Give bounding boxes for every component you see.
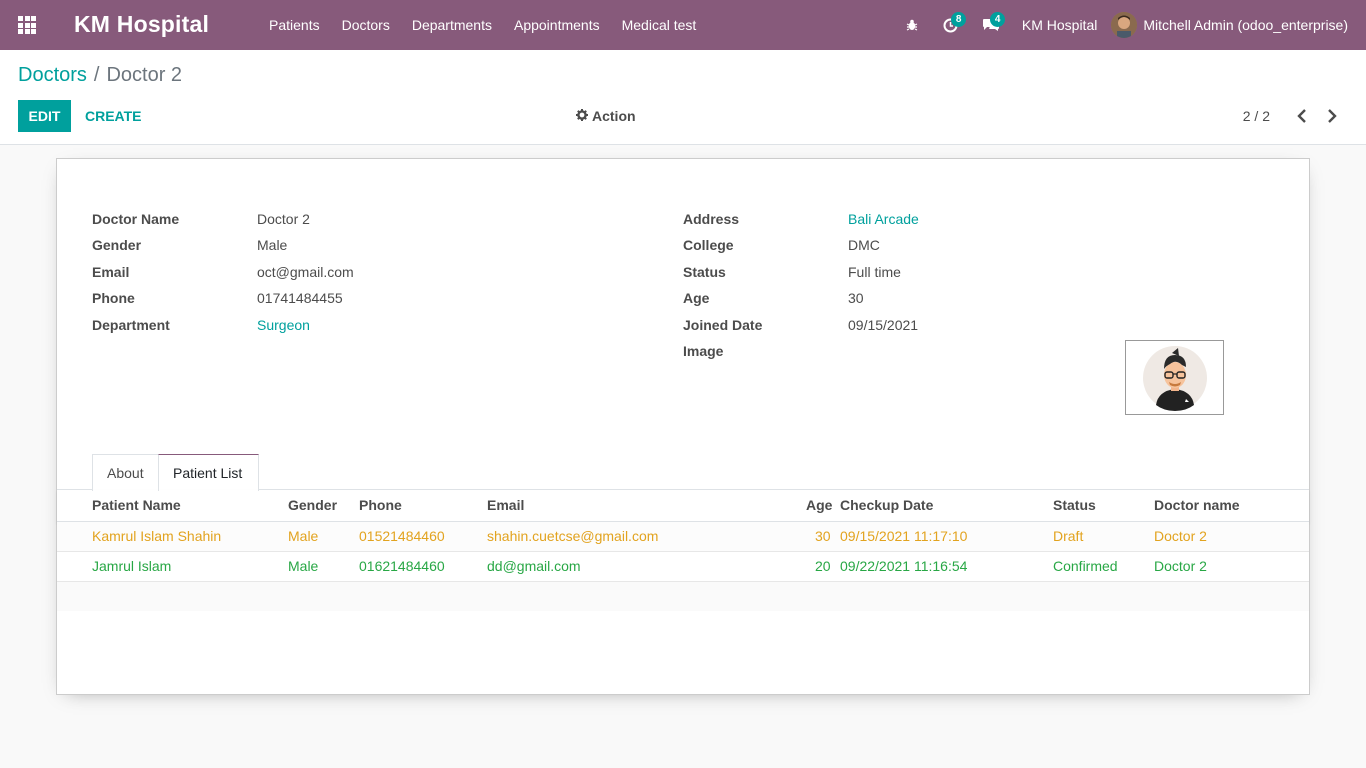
notebook-tabs: About Patient List	[57, 454, 1309, 491]
age-value: 30	[848, 290, 864, 306]
breadcrumb-separator: /	[93, 64, 100, 86]
phone-value: 01741484455	[257, 290, 343, 306]
action-dropdown[interactable]: Action	[576, 100, 636, 132]
email-cell: dd@gmail.com	[487, 558, 581, 574]
college-value: DMC	[848, 237, 880, 253]
top-navbar: KM Hospital Patients Doctors Departments…	[0, 0, 1366, 50]
pager-value[interactable]: 2 / 2	[1243, 108, 1270, 124]
doctor-name-cell: Doctor 2	[1154, 528, 1207, 544]
doctor-name-value: Doctor 2	[257, 211, 310, 227]
control-panel: Doctors / Doctor 2 EDIT CREATE Action 2 …	[0, 50, 1366, 145]
status-cell: Draft	[1053, 528, 1084, 544]
age-cell: 20	[815, 558, 831, 574]
user-menu[interactable]: Mitchell Admin (odoo_enterprise)	[1111, 12, 1348, 38]
checkup-date-cell: 09/22/2021 11:16:54	[840, 558, 968, 574]
department-link[interactable]: Surgeon	[257, 316, 310, 334]
table-row[interactable]: Kamrul Islam Shahin Male 01521484460 sha…	[57, 522, 1309, 552]
patient-table-header: Patient Name Gender Phone Email Age Chec…	[57, 490, 1309, 522]
address-label: Address	[683, 211, 740, 227]
systray: 8 4 KM Hospital Mitchell Admin (odoo_ent…	[893, 0, 1366, 50]
doctor-avatar-illustration	[1142, 345, 1207, 411]
breadcrumb: Doctors / Doctor 2	[18, 64, 182, 87]
status-label: Status	[683, 264, 726, 280]
menu-item-departments[interactable]: Departments	[401, 0, 503, 50]
patient-name-cell: Kamrul Islam Shahin	[92, 528, 222, 544]
age-cell: 30	[815, 528, 831, 544]
messages-chat-icon[interactable]: 4	[982, 0, 1006, 50]
gender-cell: Male	[288, 528, 319, 544]
tab-about[interactable]: About	[92, 454, 159, 491]
doctor-name-cell: Doctor 2	[1154, 558, 1207, 574]
table-row[interactable]: Jamrul Islam Male 01621484460 dd@gmail.c…	[57, 552, 1309, 582]
gender-value: Male	[257, 237, 288, 253]
create-button[interactable]: CREATE	[78, 100, 149, 132]
chevron-left-icon[interactable]	[1290, 100, 1314, 132]
checkup-date-cell: 09/15/2021 11:17:10	[840, 528, 968, 544]
gender-label: Gender	[92, 237, 142, 253]
user-avatar	[1111, 12, 1138, 38]
menu-item-doctors[interactable]: Doctors	[331, 0, 401, 50]
patient-name-cell: Jamrul Islam	[92, 558, 172, 574]
user-name: Mitchell Admin (odoo_enterprise)	[1143, 17, 1348, 33]
image-label: Image	[683, 343, 724, 359]
menu-item-medical-test[interactable]: Medical test	[611, 0, 708, 50]
chevron-right-icon[interactable]	[1320, 100, 1344, 132]
joined-date-label: Joined Date	[683, 317, 763, 333]
column-email[interactable]: Email	[487, 497, 524, 513]
gender-cell: Male	[288, 558, 319, 574]
edit-button[interactable]: EDIT	[18, 100, 71, 132]
department-label: Department	[92, 317, 170, 333]
column-status[interactable]: Status	[1053, 497, 1096, 513]
doctor-name-label: Doctor Name	[92, 211, 180, 227]
main-menu: Patients Doctors Departments Appointment…	[258, 0, 707, 50]
phone-cell: 01621484460	[359, 558, 445, 574]
column-gender[interactable]: Gender	[288, 497, 337, 513]
tab-patient-list[interactable]: Patient List	[158, 454, 259, 491]
column-patient-name[interactable]: Patient Name	[92, 497, 181, 513]
phone-cell: 01521484460	[359, 528, 445, 544]
column-phone[interactable]: Phone	[359, 497, 402, 513]
empty-table-row	[57, 582, 1309, 611]
joined-date-value: 09/15/2021	[848, 317, 919, 333]
gear-icon	[576, 108, 588, 124]
column-doctor-name[interactable]: Doctor name	[1154, 497, 1240, 513]
breadcrumb-doctors-link[interactable]: Doctors	[18, 64, 87, 87]
college-label: College	[683, 237, 734, 253]
age-label: Age	[683, 290, 710, 306]
phone-label: Phone	[92, 290, 135, 306]
column-checkup-date[interactable]: Checkup Date	[840, 497, 933, 513]
activity-count-badge: 8	[950, 12, 967, 27]
message-count-badge: 4	[989, 12, 1006, 27]
email-label: Email	[92, 264, 130, 280]
apps-menu-icon[interactable]	[18, 16, 36, 34]
column-age[interactable]: Age	[806, 497, 832, 513]
status-cell: Confirmed	[1053, 558, 1118, 574]
company-switcher[interactable]: KM Hospital	[1022, 17, 1097, 33]
menu-item-appointments[interactable]: Appointments	[503, 0, 611, 50]
email-value: oct@gmail.com	[257, 264, 354, 280]
app-brand[interactable]: KM Hospital	[74, 11, 209, 38]
action-label: Action	[592, 108, 636, 124]
doctor-image[interactable]	[1125, 340, 1224, 415]
breadcrumb-current: Doctor 2	[106, 64, 183, 86]
activity-clock-icon[interactable]: 8	[943, 0, 967, 50]
debug-bug-icon[interactable]	[905, 0, 919, 50]
status-value: Full time	[848, 264, 901, 280]
form-sheet: Doctor Name Doctor 2 Gender Male Email o…	[56, 158, 1310, 695]
menu-item-patients[interactable]: Patients	[258, 0, 331, 50]
email-cell: shahin.cuetcse@gmail.com	[487, 528, 659, 544]
address-link[interactable]: Bali Arcade	[848, 210, 919, 228]
